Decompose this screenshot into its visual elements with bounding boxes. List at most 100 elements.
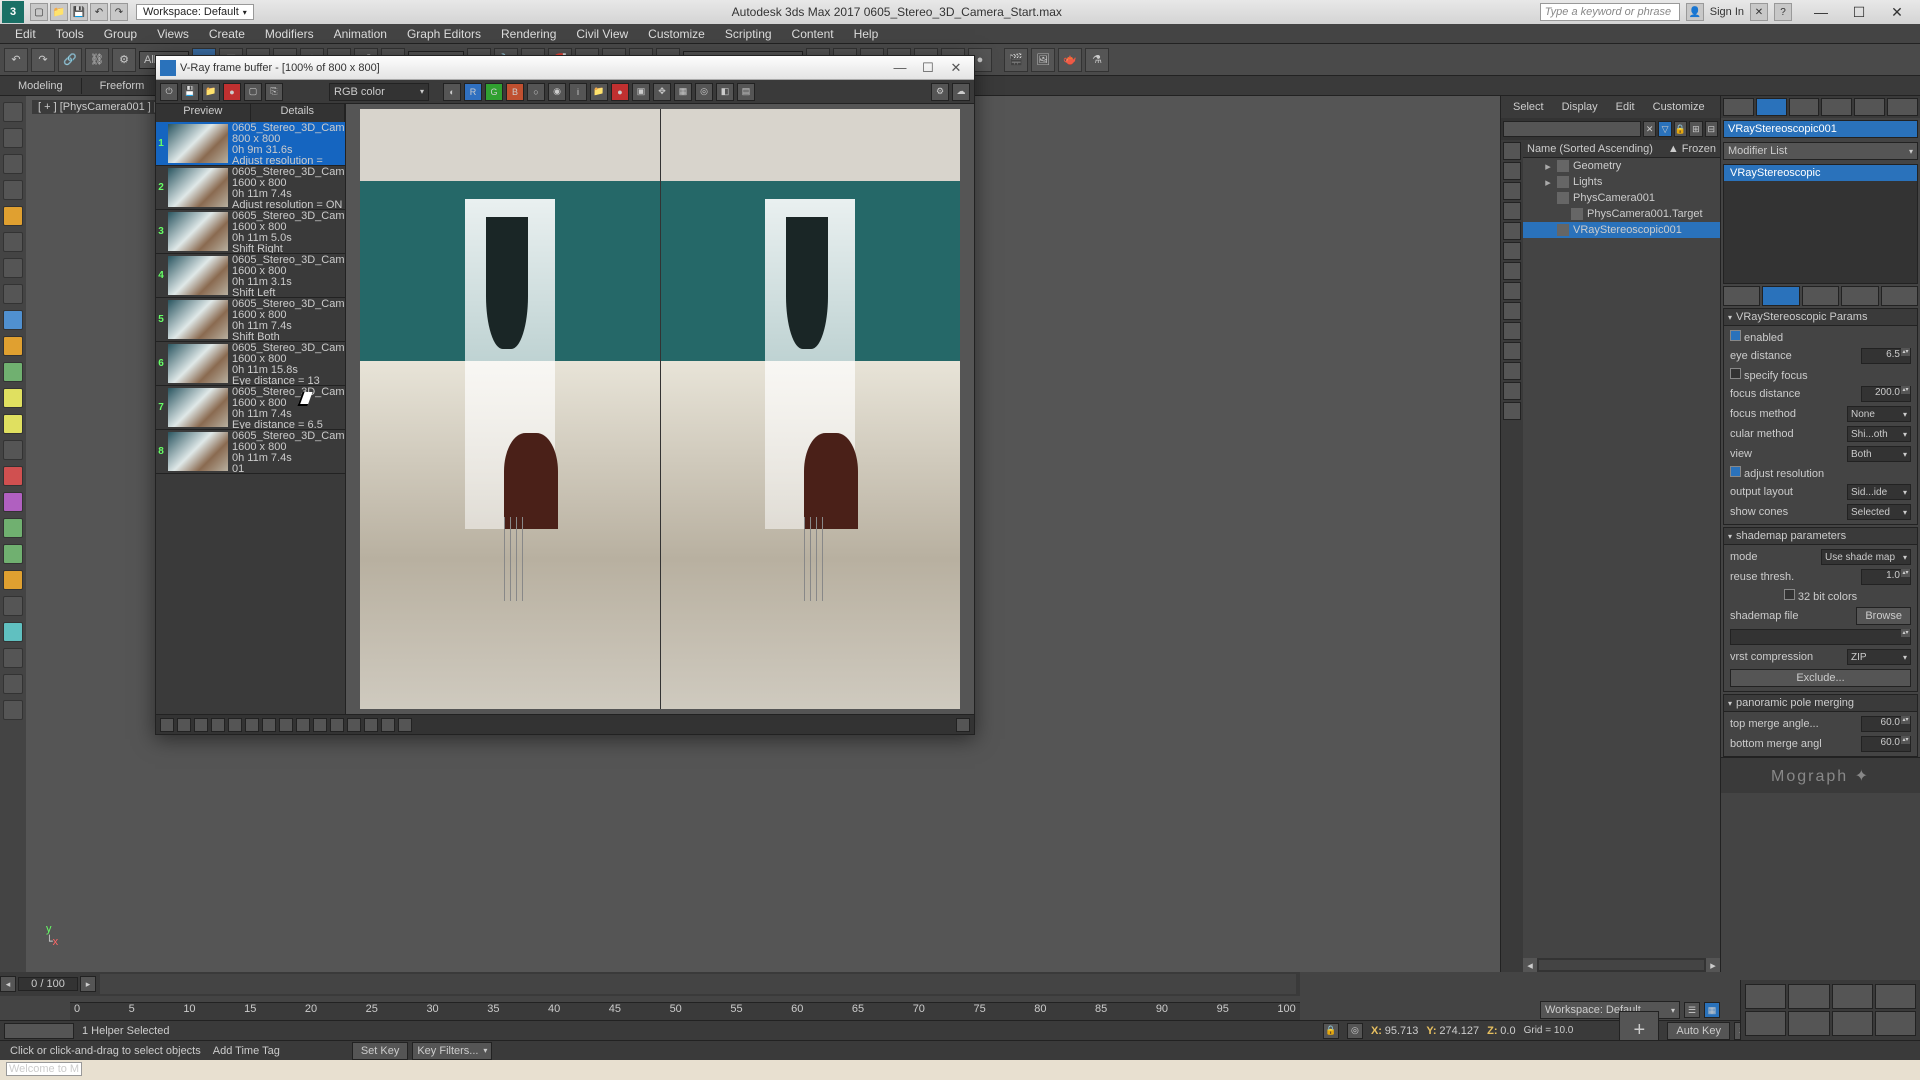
history-col-details[interactable]: Details bbox=[251, 104, 346, 122]
vfb-blue-channel-button[interactable]: B bbox=[506, 83, 524, 101]
menu-edit[interactable]: Edit bbox=[6, 25, 45, 43]
tool-icon[interactable] bbox=[3, 310, 23, 330]
history-item[interactable]: 40605_Stereo_3D_Camera_Fin1600 x 8000h 1… bbox=[156, 254, 345, 298]
scene-tree[interactable]: ▸Geometry▸LightsPhysCamera001PhysCamera0… bbox=[1523, 158, 1720, 958]
filter-layer-icon[interactable] bbox=[1503, 362, 1521, 380]
ws-icon[interactable]: ▦ bbox=[1704, 1002, 1720, 1018]
tool-icon[interactable] bbox=[3, 388, 23, 408]
vfb-maximize-button[interactable]: ☐ bbox=[914, 60, 942, 76]
filter-box-icon[interactable] bbox=[1503, 402, 1521, 420]
filter-bone-icon[interactable] bbox=[1503, 282, 1521, 300]
filter-funnel-icon[interactable] bbox=[1503, 382, 1521, 400]
walk-icon[interactable] bbox=[1788, 1011, 1829, 1036]
scene-search-input[interactable] bbox=[1503, 121, 1641, 137]
vfb-record-icon[interactable]: ● bbox=[223, 83, 241, 101]
scene-node[interactable]: PhysCamera001 bbox=[1523, 190, 1720, 206]
enabled-checkbox[interactable]: enabled bbox=[1730, 330, 1783, 344]
vfb-cc-icon[interactable] bbox=[279, 718, 293, 732]
vfb-settings-icon[interactable]: ⚙ bbox=[931, 83, 949, 101]
vfb-info-icon[interactable]: i bbox=[569, 83, 587, 101]
remove-modifier-icon[interactable] bbox=[1841, 286, 1878, 306]
vfb-white-icon[interactable]: ○ bbox=[527, 83, 545, 101]
maximize-viewport-icon[interactable] bbox=[1875, 1011, 1916, 1036]
frame-readout[interactable]: 0 / 100 bbox=[18, 977, 78, 991]
vfb-load-icon[interactable]: 📁 bbox=[202, 83, 220, 101]
make-unique-icon[interactable] bbox=[1802, 286, 1839, 306]
render-button[interactable]: 🫖 bbox=[1058, 48, 1082, 72]
tab-create-icon[interactable] bbox=[1723, 98, 1754, 116]
menu-create[interactable]: Create bbox=[200, 25, 254, 43]
scene-tab-customize[interactable]: Customize bbox=[1645, 99, 1713, 115]
signin-icon[interactable]: 👤 bbox=[1686, 3, 1704, 21]
scene-node[interactable]: ▸Geometry bbox=[1523, 158, 1720, 174]
tool-icon[interactable] bbox=[3, 518, 23, 538]
vfb-stop-icon[interactable]: ● bbox=[611, 83, 629, 101]
signin-link[interactable]: Sign In bbox=[1710, 6, 1744, 18]
menu-grapheditors[interactable]: Graph Editors bbox=[398, 25, 490, 43]
vfb-green-channel-button[interactable]: G bbox=[485, 83, 503, 101]
show-end-result-icon[interactable] bbox=[1762, 286, 1799, 306]
new-icon[interactable]: ▢ bbox=[30, 3, 48, 21]
vfb-cc-icon[interactable] bbox=[313, 718, 327, 732]
vfb-red-channel-button[interactable]: R bbox=[464, 83, 482, 101]
history-item[interactable]: 50605_Stereo_3D_Camera_Fin1600 x 8000h 1… bbox=[156, 298, 345, 342]
rollout-shademap-header[interactable]: shademap parameters bbox=[1723, 527, 1918, 545]
configure-sets-icon[interactable] bbox=[1881, 286, 1918, 306]
expand-icon[interactable]: ⊞ bbox=[1689, 121, 1702, 137]
vfb-save-icon[interactable]: 💾 bbox=[181, 83, 199, 101]
vfb-cc-icon[interactable] bbox=[245, 718, 259, 732]
minimize-button[interactable]: — bbox=[1806, 4, 1836, 21]
tool-icon[interactable] bbox=[3, 284, 23, 304]
filter-frozen-icon[interactable] bbox=[1503, 322, 1521, 340]
vfb-mono-icon[interactable]: ◐ bbox=[443, 83, 461, 101]
render-frame-button[interactable]: 🖼 bbox=[1031, 48, 1055, 72]
vfb-cc-icon[interactable] bbox=[262, 718, 276, 732]
tool-icon[interactable] bbox=[3, 128, 23, 148]
vfb-render-view[interactable] bbox=[346, 104, 974, 714]
tool-icon[interactable] bbox=[3, 102, 23, 122]
tool-icon[interactable] bbox=[3, 362, 23, 382]
history-item[interactable]: 10605_Stereo_3D_Camera_Fin800 x 8000h 9m… bbox=[156, 122, 345, 166]
lock-icon[interactable]: 🔒 bbox=[1674, 121, 1687, 137]
browse-button[interactable]: Browse bbox=[1856, 607, 1911, 625]
tab-display-icon[interactable] bbox=[1854, 98, 1885, 116]
menu-content[interactable]: Content bbox=[783, 25, 843, 43]
time-slider-left[interactable]: ◂ bbox=[0, 976, 16, 992]
tool-icon[interactable] bbox=[3, 622, 23, 642]
vfb-compare-icon[interactable]: ◧ bbox=[716, 83, 734, 101]
vfb-cc-icon[interactable] bbox=[347, 718, 361, 732]
history-item[interactable]: 20605_Stereo_3D_Camera_Fin1600 x 8000h 1… bbox=[156, 166, 345, 210]
menu-scripting[interactable]: Scripting bbox=[716, 25, 781, 43]
help-search-input[interactable]: Type a keyword or phrase bbox=[1540, 3, 1680, 21]
bind-button[interactable]: ⚙ bbox=[112, 48, 136, 72]
output-layout-dropdown[interactable]: Sid...ide bbox=[1847, 484, 1911, 500]
time-ruler[interactable]: 0510152025303540455055606570758085909510… bbox=[70, 1002, 1300, 1020]
tool-icon[interactable] bbox=[3, 596, 23, 616]
viewport-label[interactable]: [ + ] [PhysCamera001 ] [ bbox=[32, 100, 163, 114]
vfb-cc-icon[interactable] bbox=[194, 718, 208, 732]
filter-xref-icon[interactable] bbox=[1503, 262, 1521, 280]
vfb-cc-icon[interactable] bbox=[177, 718, 191, 732]
pin-stack-icon[interactable] bbox=[1723, 286, 1760, 306]
filter-hidden-icon[interactable] bbox=[1503, 302, 1521, 320]
setkey-button[interactable]: Set Key bbox=[352, 1042, 409, 1060]
focus-method-dropdown[interactable]: None bbox=[1847, 406, 1911, 422]
vfb-cc-icon[interactable] bbox=[211, 718, 225, 732]
zoom-icon[interactable] bbox=[1745, 984, 1786, 1009]
filter-container-icon[interactable] bbox=[1503, 342, 1521, 360]
top-merge-spinner[interactable]: 60.0 bbox=[1861, 716, 1911, 732]
workspace-dropdown[interactable]: Workspace: Default bbox=[136, 4, 254, 20]
time-slider[interactable] bbox=[100, 974, 1296, 994]
modifier-item[interactable]: VRayStereoscopic bbox=[1724, 165, 1917, 181]
fov-icon[interactable] bbox=[1875, 984, 1916, 1009]
tool-icon[interactable] bbox=[3, 466, 23, 486]
zoom-all-icon[interactable] bbox=[1788, 984, 1829, 1009]
history-item[interactable]: 70605_Stereo_3D_Camera_Fin1600 x 8000h 1… bbox=[156, 386, 345, 430]
vfb-pixel-icon[interactable]: ▦ bbox=[674, 83, 692, 101]
filter-shape-icon[interactable] bbox=[1503, 162, 1521, 180]
maxscript-listener[interactable]: Welcome to M bbox=[0, 1060, 1920, 1080]
eye-distance-spinner[interactable]: 6.5 bbox=[1861, 348, 1911, 364]
scene-col-frozen[interactable]: ▲ Frozen bbox=[1668, 143, 1716, 155]
time-slider-right[interactable]: ▸ bbox=[80, 976, 96, 992]
scene-col-name[interactable]: Name (Sorted Ascending) bbox=[1527, 143, 1653, 155]
